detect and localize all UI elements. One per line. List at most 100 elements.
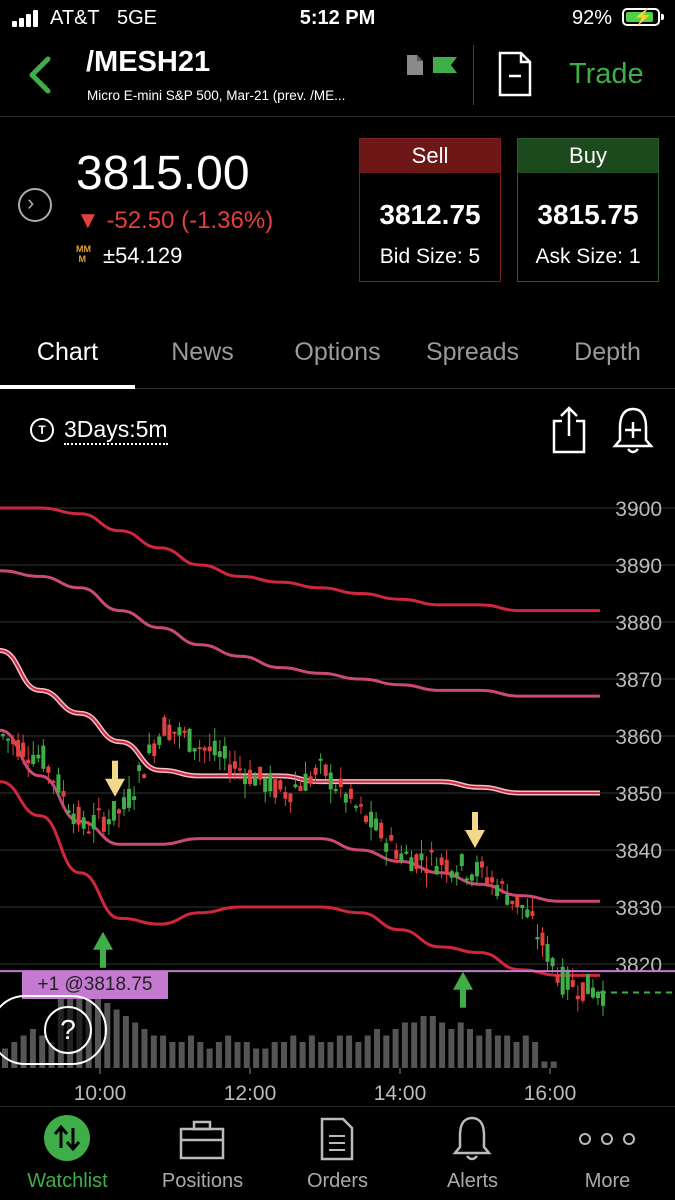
volume-bar [197, 1042, 204, 1068]
candle-body [197, 747, 202, 750]
nav-more[interactable]: More [540, 1112, 675, 1193]
candle-body [419, 853, 424, 861]
candle-body [384, 843, 389, 852]
candle-body [369, 811, 374, 828]
candle-body [61, 790, 66, 797]
volume-bar [336, 1035, 343, 1068]
candle-body [520, 905, 525, 909]
candle-body [51, 780, 56, 783]
nav-watchlist[interactable]: Watchlist [0, 1112, 135, 1193]
bid-size: Bid Size: 5 [379, 245, 481, 268]
expand-quote-button[interactable]: › [18, 188, 52, 222]
candle-body [490, 877, 495, 883]
volume-bar [364, 1035, 371, 1068]
nav-orders[interactable]: Orders [270, 1112, 405, 1193]
volume-bar [299, 1042, 306, 1068]
candle-body [474, 862, 479, 877]
candle-body [16, 740, 21, 757]
document-minus-icon[interactable] [497, 50, 533, 98]
tab-news[interactable]: News [135, 338, 270, 367]
volume-bar [178, 1042, 185, 1068]
candle-body [434, 865, 439, 875]
candle-body [76, 806, 81, 825]
candle-body [268, 774, 273, 792]
candle-body [565, 969, 570, 990]
sell-button[interactable]: Sell 3812.75 Bid Size: 5 [359, 138, 501, 282]
buy-marker-arrow [453, 971, 473, 990]
candle-body [530, 911, 535, 916]
candle-body [21, 742, 26, 758]
sell-marker-shaft [112, 760, 118, 781]
file-icon[interactable] [407, 55, 423, 75]
candle-body [535, 937, 540, 940]
volume-bar [215, 1042, 222, 1068]
volume-bar [281, 1042, 287, 1068]
candle-body [288, 793, 293, 803]
tab-spreads[interactable]: Spreads [405, 338, 540, 367]
tab-chart[interactable]: Chart [0, 338, 135, 367]
bell-icon [452, 1116, 492, 1161]
candle-body [575, 995, 580, 1000]
candle-body [217, 751, 222, 758]
candle-body [515, 895, 520, 908]
candle-body [333, 788, 338, 792]
candle-body [212, 740, 217, 756]
briefcase-icon [179, 1120, 225, 1160]
candle-body [137, 765, 142, 772]
candle-body [91, 815, 96, 830]
candle-body [525, 909, 530, 918]
candle-body [248, 769, 253, 785]
candle-body [485, 877, 490, 884]
candle-body [157, 736, 162, 745]
buy-button[interactable]: Buy 3815.75 Ask Size: 1 [517, 138, 659, 282]
candle-body [237, 768, 242, 771]
ask-size: Ask Size: 1 [535, 245, 641, 268]
buy-marker-shaft [100, 947, 106, 968]
candle-body [379, 822, 384, 839]
candle-body [409, 857, 414, 872]
y-tick-label: 3880 [615, 612, 662, 635]
candle-body [495, 884, 500, 897]
chevron-right-icon: › [27, 190, 35, 215]
back-button[interactable] [26, 55, 54, 100]
volume-bar [448, 1029, 455, 1068]
nav-orders-label: Orders [306, 1170, 369, 1192]
volume-bar [132, 1022, 139, 1068]
candle-body [147, 744, 152, 754]
candle-body [111, 800, 116, 821]
help-button[interactable]: ? [44, 1006, 92, 1054]
candle-body [96, 808, 101, 811]
candle-body [505, 894, 510, 905]
candle-body [570, 980, 575, 987]
candle-body [187, 728, 192, 752]
volume-bar [457, 1022, 464, 1068]
volume-bar [392, 1029, 399, 1068]
candle-body [283, 792, 288, 799]
flag-icon[interactable] [431, 55, 459, 75]
candle-body [449, 871, 454, 878]
tab-options[interactable]: Options [270, 338, 405, 367]
trade-button[interactable]: Trade [569, 58, 644, 91]
sell-marker-arrow [465, 830, 485, 848]
volume-bar [374, 1029, 380, 1068]
share-icon[interactable] [551, 405, 587, 455]
last-price: 3815.00 [76, 147, 250, 200]
symbol-description: Micro E-mini S&P 500, Mar-21 (prev. /ME.… [87, 88, 346, 103]
y-tick-label: 3840 [615, 840, 662, 863]
candle-body [11, 739, 16, 745]
tab-depth[interactable]: Depth [540, 338, 675, 367]
candle-body [358, 804, 363, 807]
add-alert-icon[interactable] [612, 405, 654, 455]
buy-marker-arrow [93, 931, 113, 950]
buy-marker-shaft [460, 987, 466, 1008]
candle-body [500, 881, 505, 884]
candle-body [127, 788, 132, 808]
chart-period-selector[interactable]: 3Days:5m [64, 416, 168, 445]
volume-bar [206, 1048, 213, 1068]
candle-body [545, 944, 550, 962]
volume-bar [411, 1022, 418, 1068]
market-maker-move: ±54.129 [103, 243, 183, 268]
nav-alerts[interactable]: Alerts [405, 1112, 540, 1193]
candle-body [394, 850, 399, 859]
nav-positions[interactable]: Positions [135, 1112, 270, 1193]
